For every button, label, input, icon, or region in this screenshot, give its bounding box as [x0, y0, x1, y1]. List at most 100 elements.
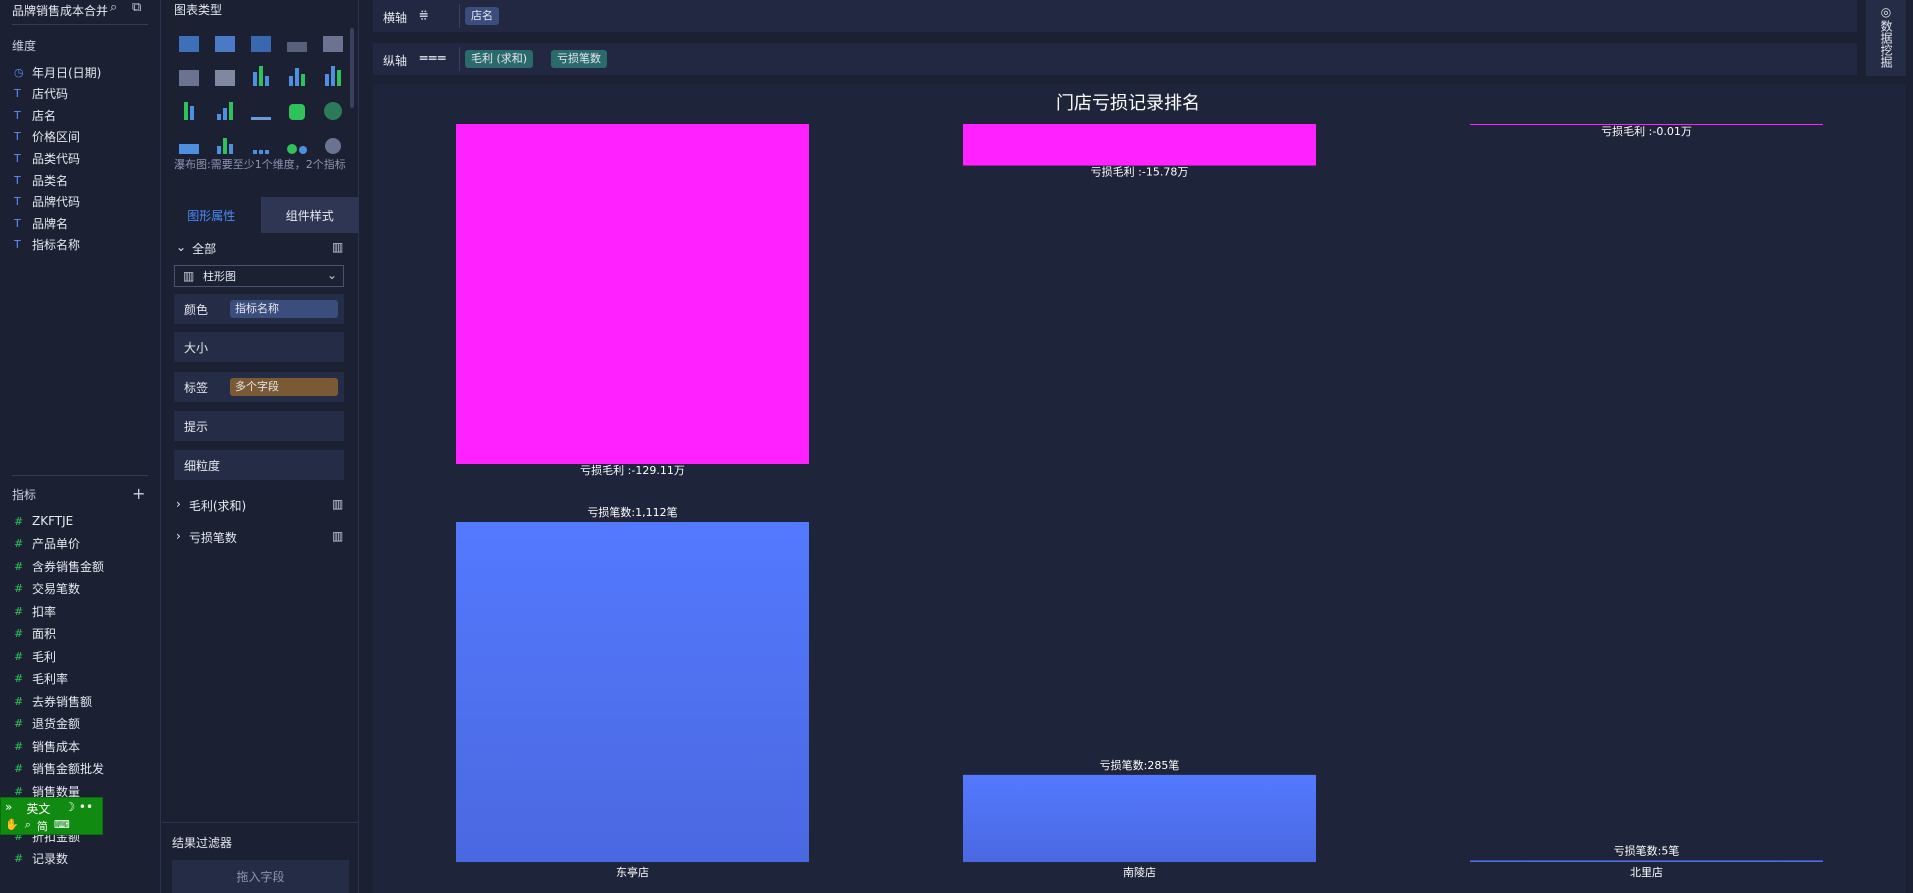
size-label: 大小 — [184, 340, 209, 355]
y-field-chip-profit[interactable]: 毛利 (求和) — [465, 50, 534, 68]
search-icon[interactable]: ⌕ — [110, 0, 117, 15]
moon-icon[interactable]: ☽ •• — [64, 800, 93, 817]
measure-field[interactable]: # 扣率 — [14, 601, 56, 621]
measure-group-label: 亏损笔数 — [188, 531, 237, 545]
scatter-icon[interactable] — [249, 130, 273, 154]
table-icon[interactable] — [177, 28, 201, 52]
keyboard-icon[interactable]: ⌨ — [54, 818, 70, 834]
chevron-down-icon: ⌄ — [326, 268, 337, 282]
measure-field[interactable]: # 销售金额批发 — [14, 759, 104, 779]
y-field-chip-count[interactable]: 亏损笔数 — [551, 50, 607, 68]
map-icon[interactable] — [213, 62, 237, 86]
app-root: { "dataset": { "title": "品牌销售成本合并", "dim… — [0, 0, 1913, 893]
dimension-field[interactable]: T 品类代码 — [14, 148, 80, 168]
measure-field[interactable]: # 产品单价 — [14, 534, 80, 554]
measure-field[interactable]: # 面积 — [14, 624, 56, 644]
dimension-field[interactable]: T 指标名称 — [14, 235, 80, 255]
horizontal-bar-icon[interactable] — [177, 96, 201, 120]
number-icon: # — [14, 784, 24, 798]
list-icon[interactable] — [321, 28, 345, 52]
dimension-field[interactable]: T 店名 — [14, 105, 56, 125]
label-label: 标签 — [184, 380, 209, 395]
crosstable-icon[interactable] — [213, 28, 237, 52]
measure-field-label: 毛利率 — [32, 672, 69, 686]
collapse-icon[interactable]: » — [5, 800, 12, 817]
number-icon: # — [14, 694, 24, 708]
measure-field[interactable]: # 含券销售金额 — [14, 556, 104, 576]
grouped-bar-icon[interactable] — [321, 62, 345, 86]
text-icon: T — [14, 130, 21, 144]
chart-types-label: 图表类型 — [174, 3, 223, 17]
color-field-pill[interactable]: 指标名称 — [230, 300, 338, 318]
dataset-title[interactable]: 品牌销售成本合并 — [12, 2, 108, 19]
dimension-field[interactable]: T 品牌代码 — [14, 192, 80, 212]
x-axis-label: 横轴 — [383, 11, 408, 25]
data-mining-panel-toggle[interactable]: ◎ 数据挖掘 — [1866, 0, 1906, 76]
add-measure-icon[interactable]: + — [132, 484, 145, 503]
dimension-field-label: 年月日(日期) — [32, 65, 102, 80]
chart-type-grid — [177, 28, 345, 154]
dimension-field[interactable]: T 价格区间 — [14, 127, 80, 147]
all-group-toggle[interactable]: ⌄ 全部 — [176, 240, 216, 257]
line-chart-icon[interactable] — [249, 96, 273, 120]
size-prop[interactable]: 大小 — [174, 332, 344, 362]
pie-chart-icon[interactable] — [321, 130, 345, 154]
mining-icon: ◎ — [1880, 5, 1892, 19]
x-field-chip[interactable]: 店名 — [465, 7, 499, 25]
bubble-icon[interactable] — [285, 130, 309, 154]
copy-icon[interactable]: ⧉ — [132, 0, 141, 15]
color-prop[interactable]: 颜色 指标名称 — [174, 294, 344, 324]
radar-icon[interactable] — [285, 96, 309, 120]
pivot-icon[interactable] — [177, 62, 201, 86]
bar-chart-icon[interactable] — [285, 62, 309, 86]
tooltip-prop[interactable]: 提示 — [174, 411, 344, 441]
dimension-field[interactable]: T 店代码 — [14, 84, 68, 104]
radial-icon[interactable] — [321, 96, 345, 120]
chart-type-select[interactable]: ▥ 柱形图 ⌄ — [174, 265, 344, 287]
measure-field[interactable]: # 毛利 — [14, 646, 56, 666]
tab-component-style[interactable]: 组件样式 — [260, 197, 359, 233]
ime-mode[interactable]: 英文 — [26, 800, 50, 817]
dimension-field[interactable]: T 品类名 — [14, 170, 68, 190]
detail-table-icon[interactable] — [249, 28, 273, 52]
measure-field[interactable]: # 退货金额 — [14, 714, 80, 734]
label-prop[interactable]: 标签 多个字段 — [174, 372, 344, 402]
bar-chart-icon[interactable]: ▥ — [332, 240, 343, 254]
ime-simplified[interactable]: 简 — [37, 818, 48, 834]
filter-drop-zone[interactable]: 拖入字段 — [172, 860, 349, 893]
chevron-right-icon: › — [176, 497, 181, 511]
measure-field[interactable]: # 毛利率 — [14, 669, 68, 689]
granularity-prop[interactable]: 细粒度 — [174, 450, 344, 480]
measure-field[interactable]: # 销售成本 — [14, 736, 80, 756]
color-label: 颜色 — [184, 302, 209, 317]
dimension-field-label: 店名 — [32, 108, 57, 123]
label-field-pill[interactable]: 多个字段 — [230, 378, 338, 396]
number-icon: # — [14, 649, 24, 663]
scrollbar[interactable] — [350, 28, 354, 108]
bar-chart-icon[interactable]: ▥ — [332, 529, 343, 543]
stacked-bar-icon[interactable] — [249, 62, 273, 86]
bar-chart-icon[interactable]: ▥ — [332, 497, 343, 511]
measure-field[interactable]: # 交易笔数 — [14, 579, 80, 599]
measure-group-loss[interactable]: › 亏损笔数 — [176, 529, 237, 546]
waterfall-icon[interactable] — [213, 96, 237, 120]
y-axis-sort-icon[interactable]: ⩶ — [419, 47, 446, 67]
kpi-icon[interactable] — [285, 28, 309, 52]
measure-field-label: 面积 — [32, 627, 57, 641]
bar-profit — [963, 124, 1316, 166]
number-icon: # — [14, 672, 24, 685]
property-tabs: 图形属性 组件样式 — [162, 197, 359, 233]
dimension-field[interactable]: T 品牌名 — [14, 213, 68, 233]
search-icon[interactable]: ⌕ — [25, 818, 31, 834]
area-chart-icon[interactable] — [177, 130, 201, 154]
x-axis-sort-icon[interactable]: ⩷ — [419, 4, 428, 24]
measure-field[interactable]: # ZKFTJE — [14, 511, 73, 531]
measure-field[interactable]: # 去券销售额 — [14, 691, 92, 711]
ime-toolbar[interactable]: » 英文 ☽ •• ✋ ⌕ 简 ⌨ — [0, 797, 103, 835]
measure-group-profit[interactable]: › 毛利(求和) — [176, 497, 246, 514]
measure-field[interactable]: # 记录数 — [14, 849, 68, 869]
tab-graph-properties[interactable]: 图形属性 — [162, 197, 261, 233]
hand-icon[interactable]: ✋ — [5, 818, 19, 834]
dimension-field[interactable]: ◷ 年月日(日期) — [14, 62, 101, 82]
area-bar-icon[interactable] — [213, 130, 237, 154]
